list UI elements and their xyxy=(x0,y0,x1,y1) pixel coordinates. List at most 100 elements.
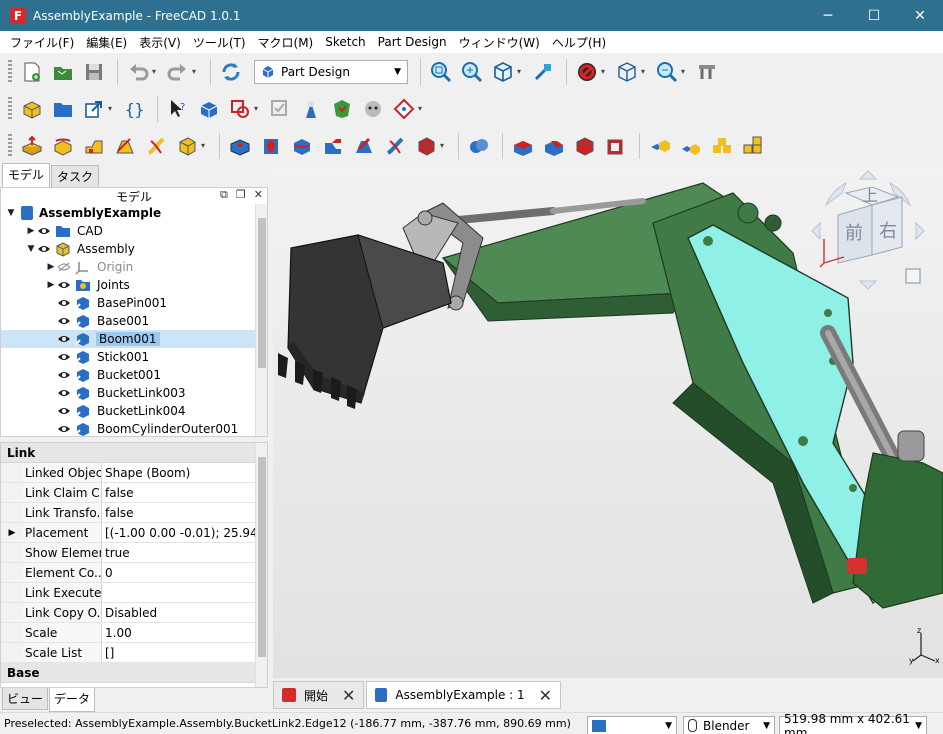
tree-item-assemblyexample[interactable]: ▼ AssemblyExample xyxy=(5,204,162,222)
eye-visible-icon[interactable] xyxy=(57,388,71,398)
pad-button[interactable] xyxy=(18,132,46,160)
fillet-button[interactable] xyxy=(509,132,537,160)
minimize-button[interactable]: ─ xyxy=(805,0,851,31)
tree-item-basepin001[interactable]: BasePin001 xyxy=(57,294,168,312)
create-link-button[interactable] xyxy=(80,95,108,123)
linear-pattern-button[interactable] xyxy=(677,132,705,160)
additive-loft-button[interactable] xyxy=(80,132,108,160)
navcube-menu-button[interactable] xyxy=(905,268,921,284)
eye-hidden-icon[interactable] xyxy=(57,262,71,272)
draft-button[interactable] xyxy=(571,132,599,160)
close-tab-button[interactable]: ✕ xyxy=(539,686,552,705)
nav-pan-left-arrow[interactable] xyxy=(811,221,821,241)
property-value[interactable]: 0 xyxy=(102,563,267,582)
menu-view[interactable]: 表示(V) xyxy=(133,34,187,51)
nav-pan-right-arrow[interactable] xyxy=(915,221,925,241)
datum-plane-button[interactable] xyxy=(390,95,418,123)
tab-start-page[interactable]: 開始 ✕ xyxy=(273,681,365,709)
property-row[interactable]: Link Execute xyxy=(1,583,267,603)
additive-box-button[interactable] xyxy=(173,132,201,160)
redo-dropdown-arrow[interactable]: ▾ xyxy=(192,67,200,76)
property-row[interactable]: Element Co... 0 xyxy=(1,563,267,583)
shape-binder-button[interactable] xyxy=(297,95,325,123)
property-scrollbar[interactable] xyxy=(255,443,267,687)
eye-visible-icon[interactable] xyxy=(37,226,51,236)
save-button[interactable] xyxy=(80,58,108,86)
std-views-dropdown-arrow[interactable]: ▾ xyxy=(517,67,525,76)
close-panel-icon[interactable]: ✕ xyxy=(254,188,263,202)
tab-model[interactable]: モデル xyxy=(2,163,51,187)
eye-visible-icon[interactable] xyxy=(57,334,71,344)
bounding-box-button[interactable] xyxy=(613,58,641,86)
measure-button[interactable] xyxy=(529,58,557,86)
maximize-button[interactable]: ☐ xyxy=(851,0,897,31)
navigation-style-selector[interactable]: Blender ▼ xyxy=(683,716,775,734)
polar-pattern-button[interactable] xyxy=(708,132,736,160)
scrollbar-thumb[interactable] xyxy=(258,457,266,657)
new-document-button[interactable] xyxy=(18,58,46,86)
tree-item-bucket001[interactable]: Bucket001 xyxy=(57,366,162,384)
eye-visible-icon[interactable] xyxy=(57,352,71,362)
draw-style-dropdown-arrow[interactable]: ▾ xyxy=(601,67,609,76)
multitransform-button[interactable] xyxy=(739,132,767,160)
tree-item-boomcylinderouter001[interactable]: BoomCylinderOuter001 xyxy=(57,420,239,436)
property-value[interactable]: [(-1.00 0.00 -0.01); 25.94 °; ... xyxy=(102,523,267,542)
tree-item-origin[interactable]: ▶ Origin xyxy=(45,258,134,276)
validate-sketch-button[interactable] xyxy=(266,95,294,123)
thickness-button[interactable] xyxy=(602,132,630,160)
isometric-view-button[interactable] xyxy=(489,58,517,86)
fit-all-button[interactable] xyxy=(427,58,455,86)
expand-arrow-icon[interactable]: ▶ xyxy=(25,226,37,236)
property-row[interactable]: Scale 1.00 xyxy=(1,623,267,643)
toolbar-grip[interactable] xyxy=(8,59,12,84)
additive-primitive-dropdown-arrow[interactable]: ▾ xyxy=(201,141,209,150)
expand-arrow-icon[interactable]: ▶ xyxy=(45,262,57,272)
menu-macro[interactable]: マクロ(M) xyxy=(252,34,320,51)
expand-arrow-icon[interactable]: ▶ xyxy=(45,280,57,290)
tree-item-base001[interactable]: Base001 xyxy=(57,312,150,330)
navigation-cube[interactable]: 上 前 右 xyxy=(798,165,938,290)
expand-arrow-icon[interactable]: ▶ xyxy=(1,523,23,542)
link-dropdown-arrow[interactable]: ▾ xyxy=(108,104,116,113)
subshape-binder-button[interactable] xyxy=(328,95,356,123)
property-value[interactable]: Disabled xyxy=(102,603,267,622)
eye-visible-icon[interactable] xyxy=(37,244,51,254)
tab-tasks[interactable]: タスク xyxy=(51,165,100,187)
workbench-selector[interactable]: Part Design ▼ xyxy=(254,59,408,84)
float-panel-icon[interactable]: ⧉ xyxy=(220,188,228,202)
property-value[interactable] xyxy=(102,583,267,602)
nav-rotate-left-arrow[interactable] xyxy=(824,181,847,207)
property-value[interactable]: false xyxy=(102,483,267,502)
sketch-dropdown-arrow[interactable]: ▾ xyxy=(254,104,262,113)
property-row[interactable]: Link Claim C...false xyxy=(1,483,267,503)
property-row[interactable]: Link Transfo... false xyxy=(1,503,267,523)
close-tab-button[interactable]: ✕ xyxy=(342,686,355,705)
refresh-button[interactable] xyxy=(217,58,245,86)
view-options-dropdown-arrow[interactable]: ▾ xyxy=(641,67,649,76)
create-group-button[interactable] xyxy=(49,95,77,123)
toolbar-grip[interactable] xyxy=(8,133,12,158)
close-window-button[interactable]: ✕ xyxy=(897,0,943,31)
property-value[interactable]: Shape (Boom) xyxy=(102,463,267,482)
zoom-button[interactable] xyxy=(653,58,681,86)
tree-item-boom001[interactable]: Boom001 xyxy=(1,330,257,348)
hole-button[interactable] xyxy=(257,132,285,160)
tree-item-bucketlink004[interactable]: BucketLink004 xyxy=(57,402,187,420)
tree-item-joints[interactable]: ▶ Joints xyxy=(45,276,131,294)
menu-edit[interactable]: 編集(E) xyxy=(80,34,133,51)
menu-sketch[interactable]: Sketch xyxy=(319,35,371,49)
mirrored-button[interactable] xyxy=(646,132,674,160)
groove-button[interactable] xyxy=(288,132,316,160)
clone-button[interactable] xyxy=(359,95,387,123)
redo-button[interactable] xyxy=(164,58,192,86)
menu-tools[interactable]: ツール(T) xyxy=(187,34,252,51)
subtractive-primitive-dropdown-arrow[interactable]: ▾ xyxy=(440,141,448,150)
eye-visible-icon[interactable] xyxy=(57,316,71,326)
eye-visible-icon[interactable] xyxy=(57,280,71,290)
undo-button[interactable] xyxy=(124,58,152,86)
datum-dropdown-arrow[interactable]: ▾ xyxy=(418,104,426,113)
open-document-button[interactable] xyxy=(49,58,77,86)
tree-scrollbar[interactable] xyxy=(255,204,267,436)
property-value[interactable]: [] xyxy=(102,643,267,662)
subtractive-box-button[interactable] xyxy=(412,132,440,160)
